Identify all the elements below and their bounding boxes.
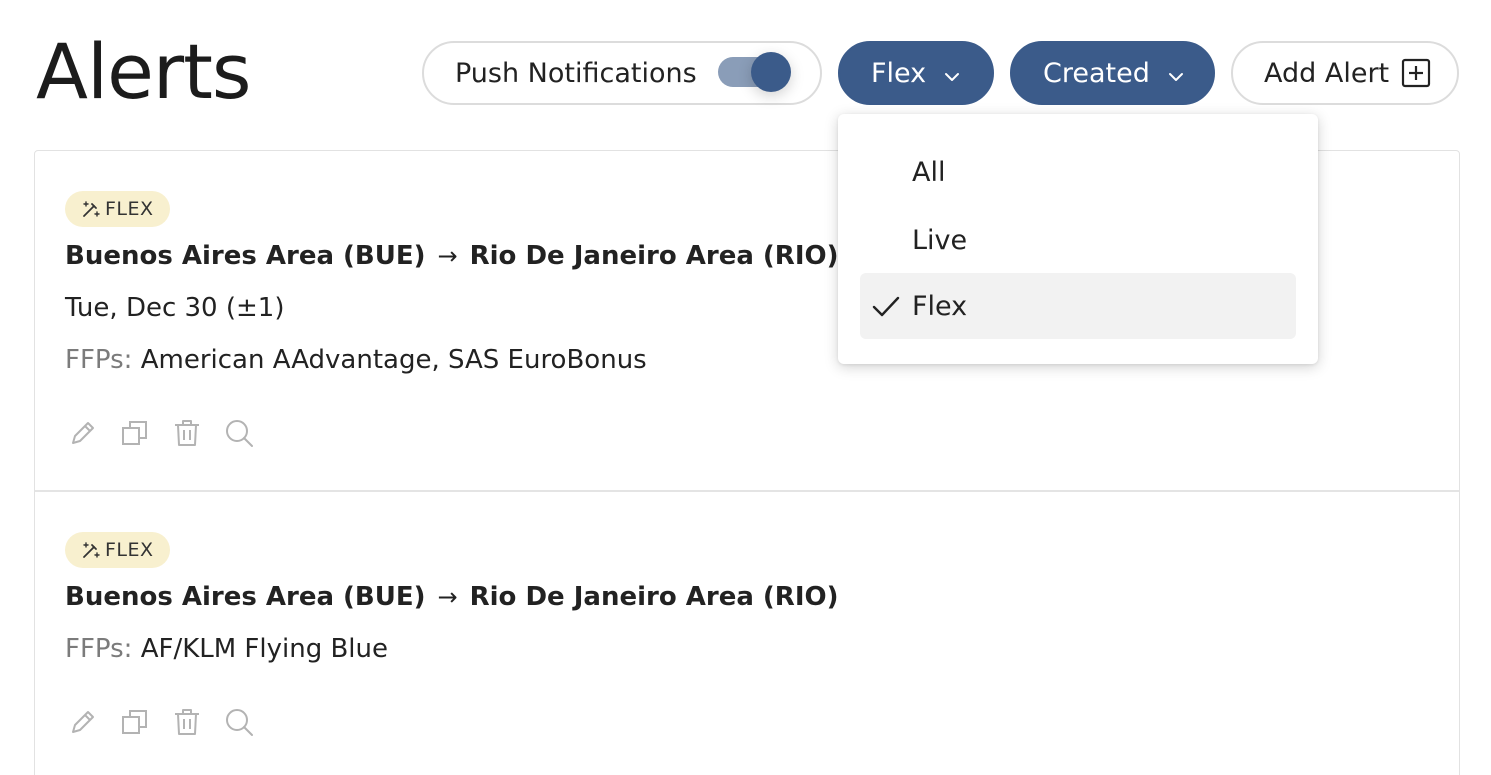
page-title: Alerts (36, 27, 252, 116)
duplicate-icon[interactable] (119, 706, 151, 738)
option-label: Flex (912, 290, 968, 322)
arrow-right-icon: → (437, 242, 458, 270)
badge-label: FLEX (105, 198, 154, 220)
search-icon[interactable] (223, 706, 255, 738)
checkmark-icon (872, 296, 900, 317)
magic-wand-icon (83, 542, 100, 558)
filter-dropdown-menu: All Live Flex (838, 114, 1318, 364)
filter-option-flex[interactable]: Flex (860, 273, 1296, 339)
alert-ffps: FFPs: AF/KLM Flying Blue (65, 634, 388, 664)
route-origin: Buenos Aires Area (BUE) (65, 582, 426, 612)
trash-icon[interactable] (171, 417, 203, 449)
route-destination: Rio De Janeiro Area (RIO) (469, 241, 839, 271)
add-alert-button[interactable]: Add Alert (1231, 41, 1459, 105)
alert-route[interactable]: Buenos Aires Area (BUE) → Rio De Janeiro… (65, 582, 839, 612)
alert-item: FLEX Buenos Aires Area (BUE) → Rio De Ja… (35, 492, 1459, 775)
edit-pencil-icon[interactable] (67, 706, 99, 738)
chevron-down-icon (942, 63, 962, 83)
alert-actions (67, 417, 255, 449)
route-destination: Rio De Janeiro Area (RIO) (469, 582, 839, 612)
flex-badge: FLEX (65, 191, 170, 227)
toggle-knob (751, 52, 791, 92)
ffp-label: FFPs: (65, 634, 133, 664)
push-notifications-toggle[interactable] (718, 52, 791, 92)
search-icon[interactable] (223, 417, 255, 449)
duplicate-icon[interactable] (119, 417, 151, 449)
alert-date: Tue, Dec 30 (±1) (65, 293, 285, 323)
push-notifications-control[interactable]: Push Notifications (422, 41, 822, 105)
add-alert-label: Add Alert (1264, 57, 1390, 89)
arrow-right-icon: → (437, 583, 458, 611)
ffp-value: AF/KLM Flying Blue (140, 634, 389, 664)
alert-ffps: FFPs: American AAdvantage, SAS EuroBonus (65, 345, 647, 375)
sort-dropdown-label: Created (1043, 57, 1150, 89)
chevron-down-icon (1166, 63, 1186, 83)
filter-option-all[interactable]: All (860, 139, 1296, 205)
alerts-page: Alerts Push Notifications Flex Created A… (0, 0, 1491, 775)
alert-actions (67, 706, 255, 738)
trash-icon[interactable] (171, 706, 203, 738)
alert-route[interactable]: Buenos Aires Area (BUE) → Rio De Janeiro… (65, 241, 839, 271)
sort-dropdown-button[interactable]: Created (1010, 41, 1215, 105)
edit-pencil-icon[interactable] (67, 417, 99, 449)
filter-dropdown-label: Flex (871, 57, 927, 89)
filter-option-live[interactable]: Live (860, 207, 1296, 273)
plus-square-icon (1401, 58, 1431, 88)
ffp-label: FFPs: (65, 345, 133, 375)
filter-dropdown-button[interactable]: Flex (838, 41, 994, 105)
option-label: All (912, 156, 946, 188)
flex-badge: FLEX (65, 532, 170, 568)
push-notifications-label: Push Notifications (455, 57, 697, 89)
ffp-value: American AAdvantage, SAS EuroBonus (140, 345, 647, 375)
route-origin: Buenos Aires Area (BUE) (65, 241, 426, 271)
magic-wand-icon (83, 201, 100, 217)
badge-label: FLEX (105, 539, 154, 561)
option-label: Live (912, 224, 968, 256)
